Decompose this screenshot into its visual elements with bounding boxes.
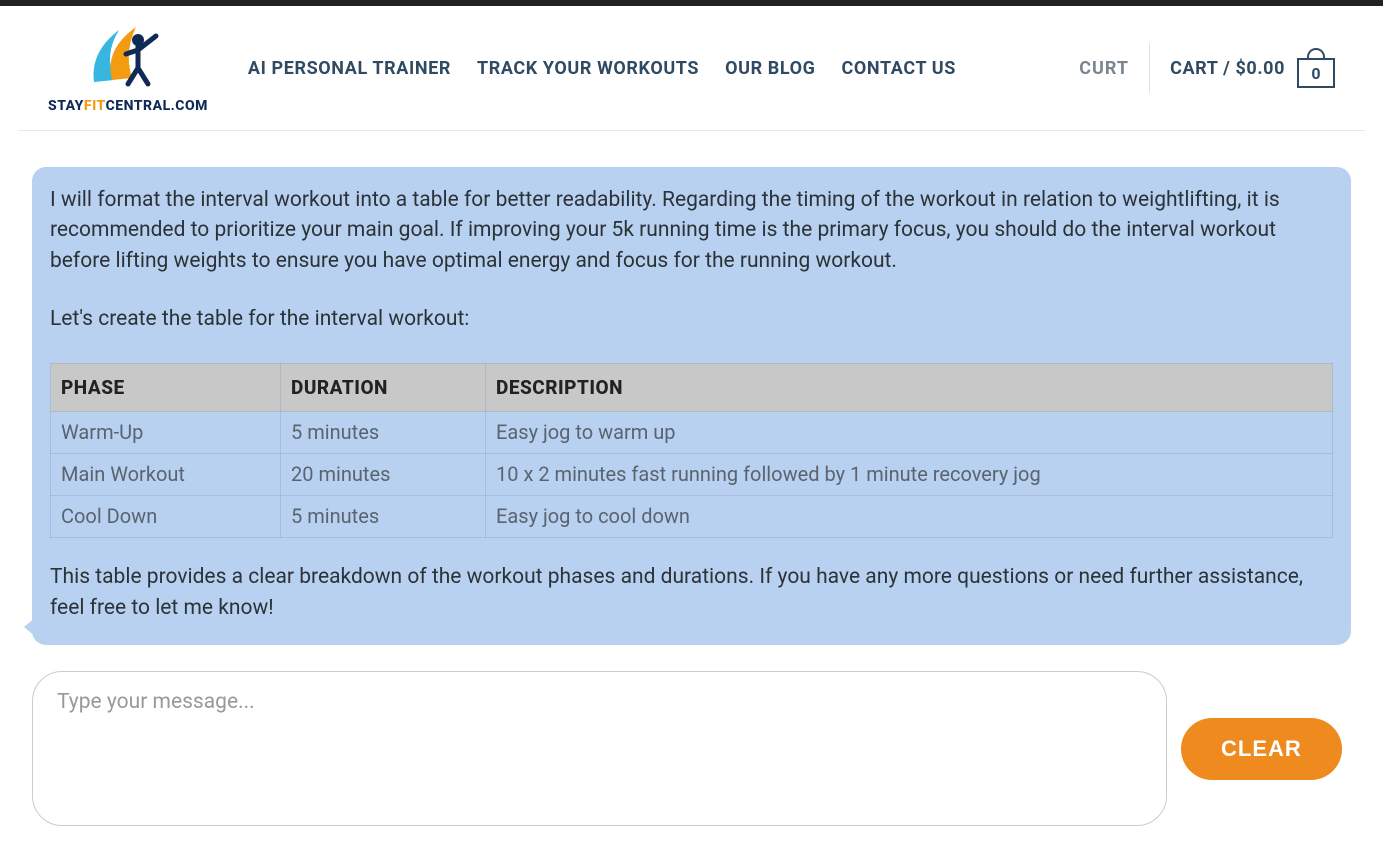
cell-duration: 5 minutes [281, 496, 486, 538]
chat-input-row: CLEAR [32, 671, 1351, 826]
cell-phase: Main Workout [51, 454, 281, 496]
cell-phase: Warm-Up [51, 412, 281, 454]
nav-ai-trainer[interactable]: AI PERSONAL TRAINER [248, 58, 451, 79]
site-header: STAYFITCENTRAL.COM AI PERSONAL TRAINER T… [18, 6, 1365, 131]
table-row: Warm-Up 5 minutes Easy jog to warm up [51, 412, 1333, 454]
table-header-row: PHASE DURATION DESCRIPTION [51, 363, 1333, 412]
message-input[interactable] [32, 671, 1167, 826]
logo-icon [84, 22, 172, 94]
clear-button[interactable]: CLEAR [1181, 718, 1342, 780]
shopping-bag-icon: 0 [1297, 48, 1335, 88]
main-content: I will format the interval workout into … [0, 131, 1383, 856]
header-divider [1149, 43, 1150, 93]
primary-nav: AI PERSONAL TRAINER TRACK YOUR WORKOUTS … [248, 58, 1079, 79]
cell-duration: 5 minutes [281, 412, 486, 454]
cart-link[interactable]: CART / $0.00 0 [1170, 48, 1335, 88]
cart-label: CART / $0.00 [1170, 58, 1285, 79]
assistant-message: I will format the interval workout into … [32, 167, 1351, 645]
workout-table: PHASE DURATION DESCRIPTION Warm-Up 5 min… [50, 363, 1333, 539]
cart-count: 0 [1311, 64, 1320, 83]
col-description: DESCRIPTION [486, 363, 1333, 412]
logo-text: STAYFITCENTRAL.COM [48, 98, 208, 114]
table-row: Cool Down 5 minutes Easy jog to cool dow… [51, 496, 1333, 538]
cell-phase: Cool Down [51, 496, 281, 538]
header-right: CURT CART / $0.00 0 [1079, 43, 1335, 93]
message-paragraph: Let's create the table for the interval … [50, 304, 1333, 334]
cell-description: Easy jog to cool down [486, 496, 1333, 538]
cell-duration: 20 minutes [281, 454, 486, 496]
nav-blog[interactable]: OUR BLOG [725, 58, 815, 79]
user-menu[interactable]: CURT [1079, 58, 1129, 79]
cell-description: 10 x 2 minutes fast running followed by … [486, 454, 1333, 496]
nav-contact[interactable]: CONTACT US [842, 58, 956, 79]
site-logo[interactable]: STAYFITCENTRAL.COM [48, 22, 248, 114]
cell-description: Easy jog to warm up [486, 412, 1333, 454]
message-paragraph: I will format the interval workout into … [50, 185, 1333, 276]
table-row: Main Workout 20 minutes 10 x 2 minutes f… [51, 454, 1333, 496]
nav-track-workouts[interactable]: TRACK YOUR WORKOUTS [477, 58, 699, 79]
col-duration: DURATION [281, 363, 486, 412]
message-paragraph: This table provides a clear breakdown of… [50, 562, 1333, 623]
col-phase: PHASE [51, 363, 281, 412]
